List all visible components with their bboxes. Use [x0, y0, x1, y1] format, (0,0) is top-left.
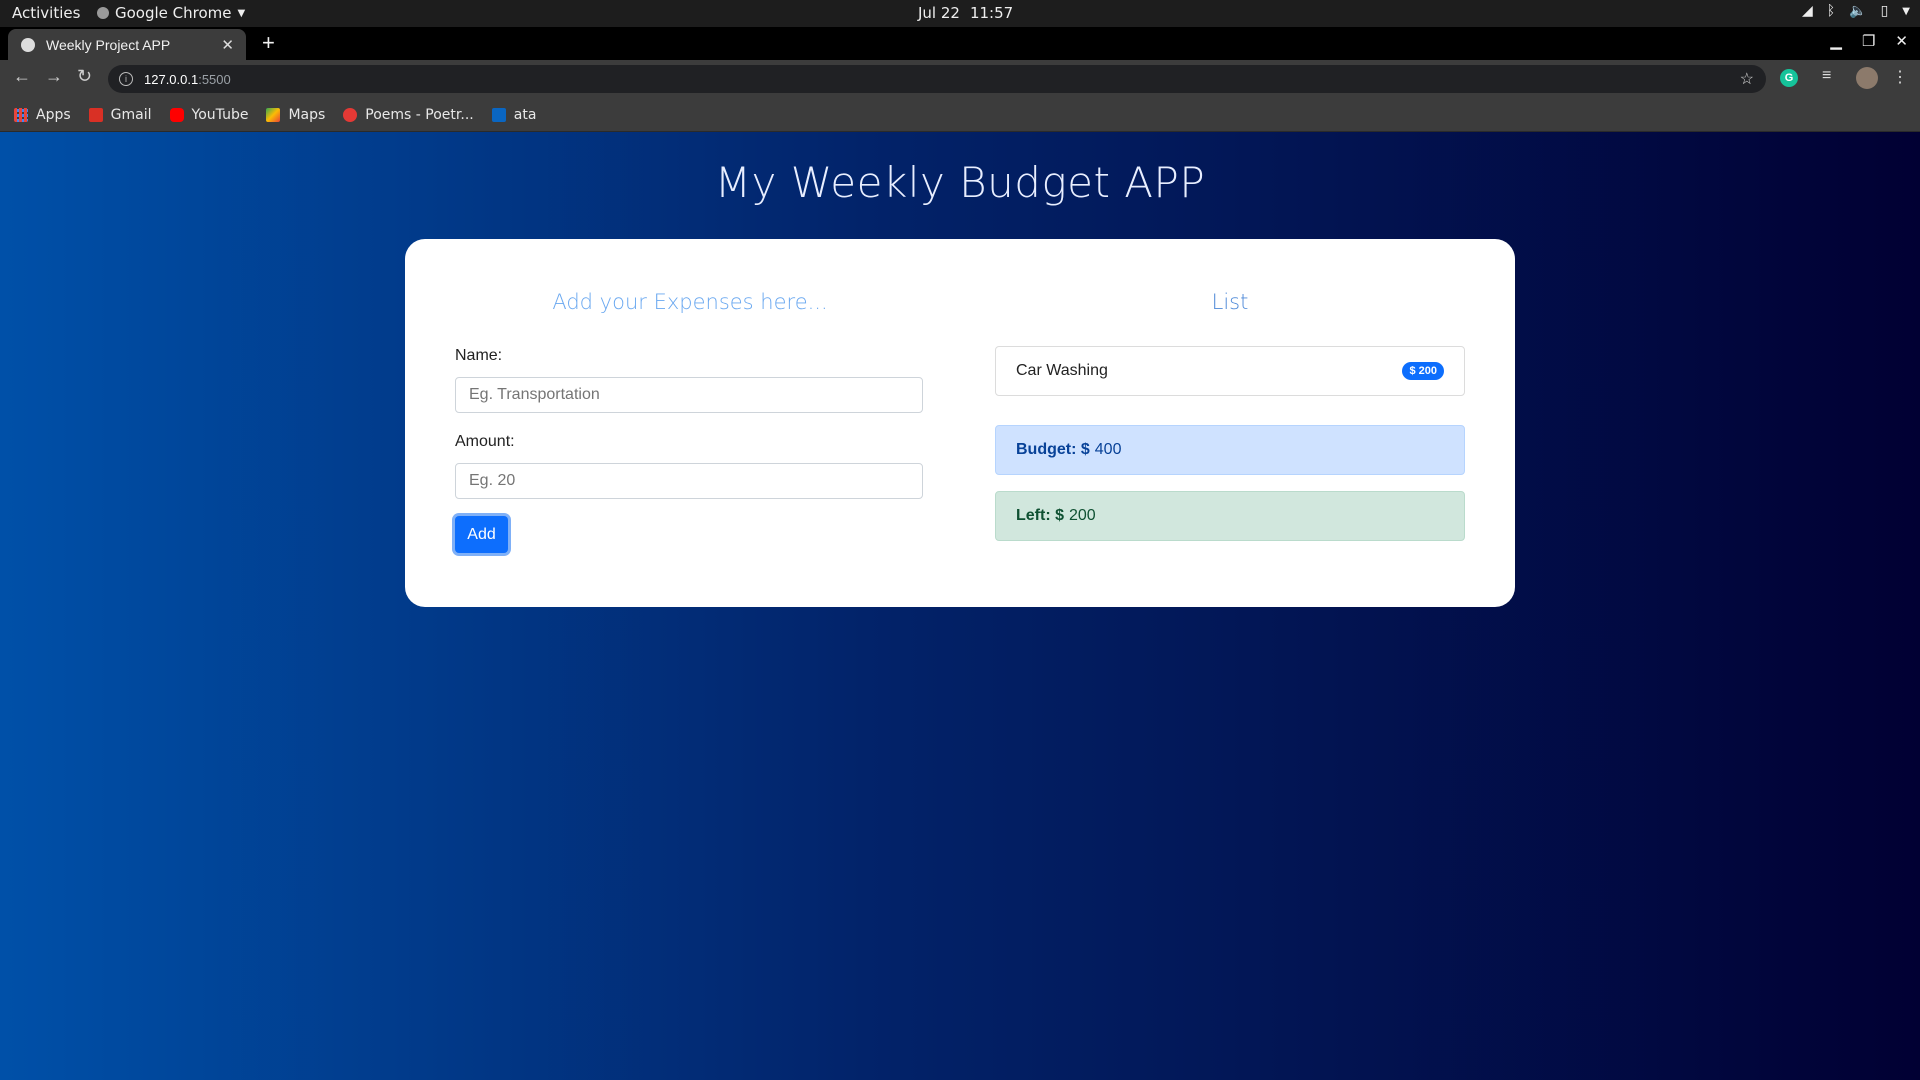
- reload-icon[interactable]: ↻: [77, 66, 92, 87]
- media-control-icon[interactable]: ≡: [1822, 67, 1831, 85]
- left-value: 200: [1069, 507, 1096, 524]
- minimize-icon[interactable]: ▁: [1830, 32, 1842, 50]
- chrome-app-icon: [97, 7, 109, 19]
- bookmark-label: Poems - Poetr...: [365, 106, 474, 123]
- left-alert: Left: $ 200: [995, 491, 1465, 541]
- amount-input[interactable]: [455, 463, 923, 499]
- budget-label: Budget: $: [1016, 441, 1090, 458]
- app-menu-label: Google Chrome: [115, 4, 232, 22]
- gmail-icon: [88, 107, 103, 122]
- name-label: Name:: [455, 347, 503, 364]
- activities-button[interactable]: Activities: [12, 4, 80, 22]
- name-input[interactable]: [455, 377, 923, 413]
- bookmark-youtube[interactable]: YouTube: [169, 106, 249, 123]
- left-label: Left: $: [1016, 507, 1064, 524]
- youtube-icon: [169, 107, 184, 122]
- clock-time: 11:57: [969, 4, 1014, 22]
- add-button[interactable]: Add: [455, 516, 508, 553]
- clock[interactable]: Jul 22 11:57: [918, 4, 1013, 22]
- app-menu[interactable]: Google Chrome ▼: [97, 4, 245, 22]
- restore-icon[interactable]: ❐: [1862, 32, 1875, 50]
- form-heading: Add your Expenses here...: [552, 290, 828, 314]
- maps-icon: [266, 107, 281, 122]
- bookmark-label: Maps: [288, 106, 326, 123]
- address-bar[interactable]: i 127.0.0.1:5500 ☆: [108, 65, 1766, 93]
- grammarly-extension-icon[interactable]: G: [1780, 69, 1798, 87]
- system-tray[interactable]: ◢ ᛒ 🔈 ▯ ▼: [1802, 3, 1910, 19]
- browser-tab[interactable]: Weekly Project APP ✕: [8, 29, 246, 60]
- poems-icon: [343, 107, 358, 122]
- info-icon[interactable]: i: [119, 72, 133, 86]
- apps-grid-icon: [14, 107, 28, 122]
- tab-title: Weekly Project APP: [46, 36, 171, 53]
- volume-icon: 🔈: [1849, 3, 1867, 19]
- system-top-bar: Activities Google Chrome ▼ Jul 22 11:57 …: [0, 0, 1920, 27]
- bookmark-ata[interactable]: ata: [491, 106, 537, 123]
- kebab-menu-icon[interactable]: ⋮: [1892, 67, 1908, 87]
- bookmark-label: Apps: [36, 106, 71, 123]
- close-window-icon[interactable]: ✕: [1895, 32, 1908, 50]
- chevron-down-icon: ▼: [1902, 5, 1910, 17]
- chevron-down-icon: ▼: [237, 7, 246, 19]
- network-icon: ◢: [1801, 3, 1813, 19]
- list-heading: List: [1211, 290, 1249, 314]
- url-port: :5500: [198, 71, 231, 87]
- tab-strip: Weekly Project APP ✕ + ▁ ❐ ✕: [0, 27, 1920, 60]
- url-host: 127.0.0.1: [144, 71, 199, 87]
- bookmark-star-icon[interactable]: ☆: [1740, 69, 1754, 89]
- close-icon[interactable]: ✕: [221, 36, 234, 54]
- profile-avatar[interactable]: [1856, 67, 1878, 89]
- clock-date: Jul 22: [918, 4, 960, 22]
- budget-value: 400: [1094, 441, 1122, 458]
- forward-arrow-icon[interactable]: →: [45, 66, 63, 87]
- page-title: My Weekly Budget APP: [714, 158, 1206, 207]
- new-tab-button[interactable]: +: [262, 30, 275, 56]
- budget-alert: Budget: $ 400: [995, 425, 1465, 475]
- globe-icon: [21, 37, 35, 52]
- list-item: Car Washing $ 200: [995, 346, 1465, 396]
- expense-name: Car Washing: [1016, 362, 1108, 379]
- bookmark-label: ata: [513, 106, 537, 123]
- bookmark-poems[interactable]: Poems - Poetr...: [343, 106, 474, 123]
- browser-toolbar: ← → ↻ i 127.0.0.1:5500 ☆ G ≡ ⋮: [0, 60, 1920, 98]
- bookmark-label: Gmail: [110, 106, 152, 123]
- expense-amount-badge: $ 200: [1402, 362, 1444, 380]
- bookmark-label: YouTube: [191, 106, 249, 123]
- amount-label: Amount:: [455, 433, 515, 450]
- bookmark-apps[interactable]: Apps: [14, 107, 71, 123]
- battery-icon: ▯: [1880, 3, 1889, 19]
- linkedin-icon: [491, 107, 506, 122]
- budget-card: Add your Expenses here... Name: Amount: …: [405, 239, 1515, 607]
- bluetooth-icon: ᛒ: [1826, 3, 1836, 19]
- window-controls: ▁ ❐ ✕: [1830, 32, 1908, 50]
- bookmark-maps[interactable]: Maps: [266, 107, 325, 123]
- bookmarks-bar: Apps Gmail YouTube Maps Poems - Poetr...…: [0, 98, 1920, 132]
- back-arrow-icon[interactable]: ←: [13, 66, 31, 87]
- bookmark-gmail[interactable]: Gmail: [88, 106, 152, 123]
